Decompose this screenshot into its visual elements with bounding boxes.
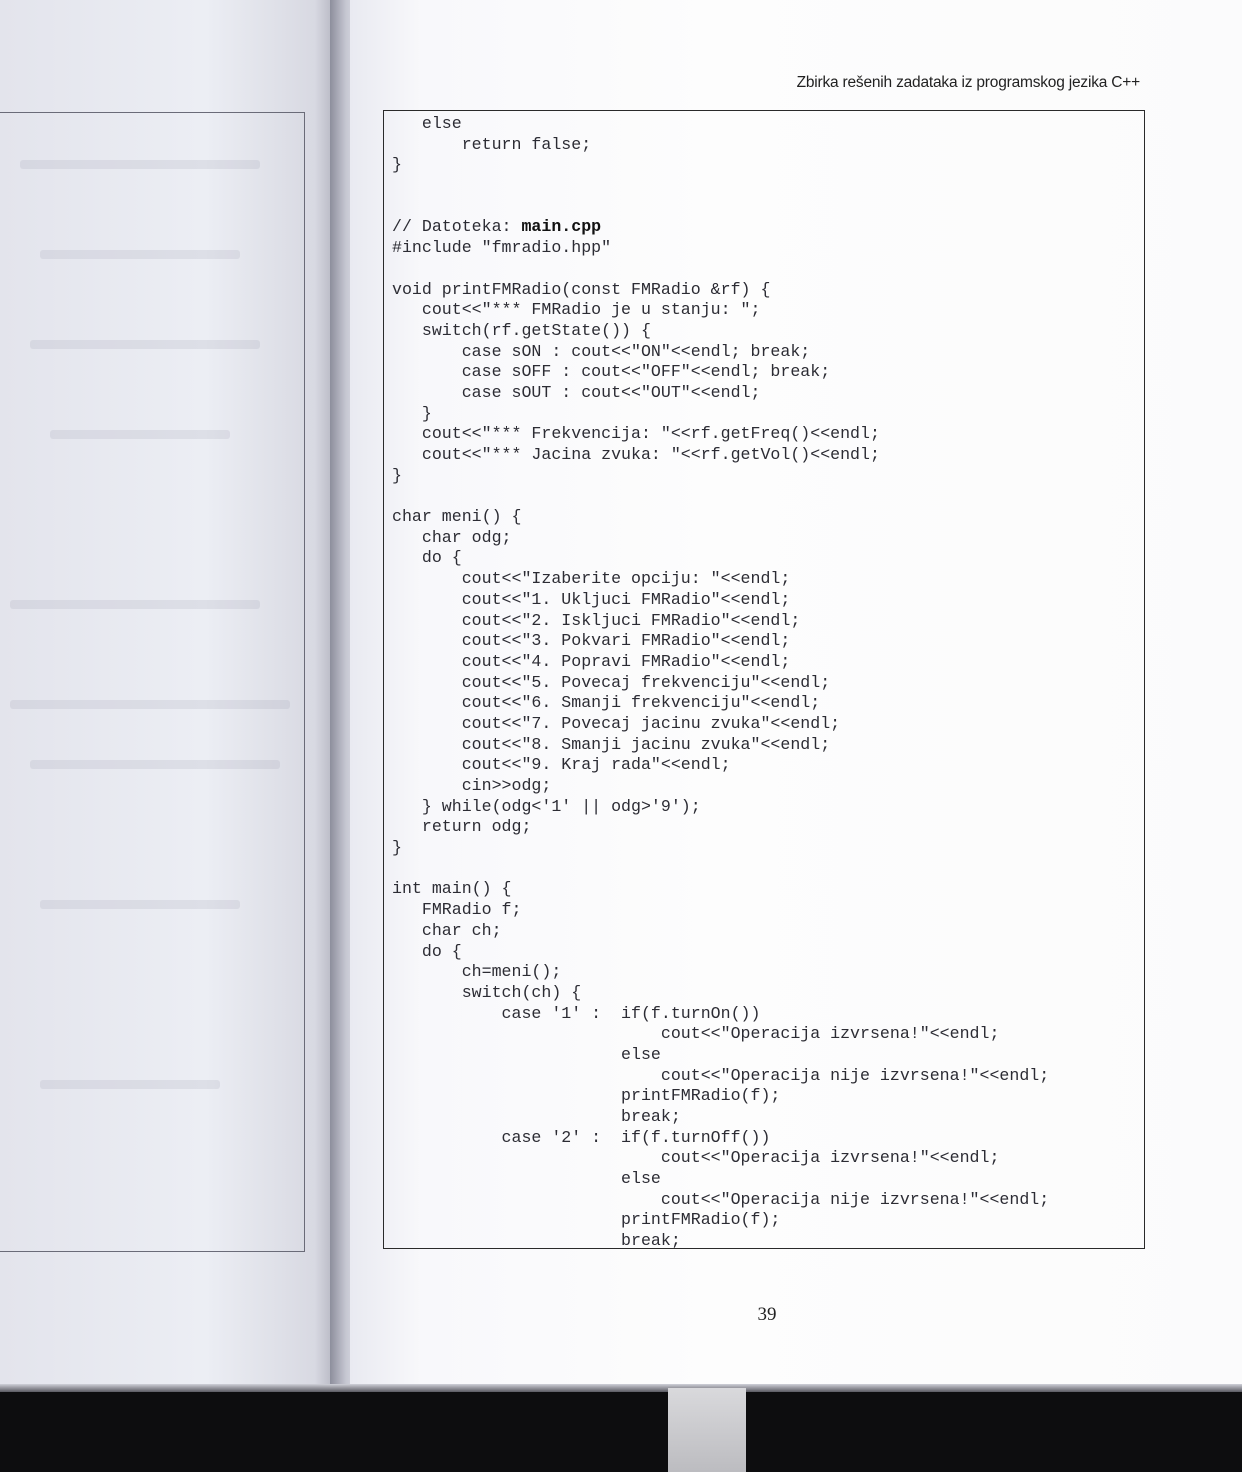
code-line: cout<<"Izaberite opciju: "<<endl; xyxy=(392,569,791,589)
code-line: // Datoteka: main.cpp xyxy=(392,217,602,237)
code-line: cout<<"*** Frekvencija: "<<rf.getFreq()<… xyxy=(392,424,880,444)
code-line: cout<<"Operacija nije izvrsena!"<<endl; xyxy=(392,1189,1050,1209)
code-line: case '1' : if(f.turnOn()) xyxy=(392,1003,761,1023)
code-line: break; xyxy=(392,1231,681,1249)
bleed-through-line xyxy=(40,250,240,259)
code-line: else xyxy=(392,1044,661,1064)
running-header: Zbirka rešenih zadataka iz programskog j… xyxy=(796,74,1141,91)
code-line: cout<<"6. Smanji frekvenciju"<<endl; xyxy=(392,693,821,713)
code-line: } while(odg<'1' || odg>'9'); xyxy=(392,796,701,816)
code-line: return odg; xyxy=(392,817,532,837)
code-listing: else return false;} // Datoteka: main.cpp… xyxy=(392,114,1050,1249)
code-line: cout<<"7. Povecaj jacinu zvuka"<<endl; xyxy=(392,713,841,733)
code-line: cout<<"2. Iskljuci FMRadio"<<endl; xyxy=(392,610,801,630)
code-line: case '2' : if(f.turnOff()) xyxy=(392,1127,771,1147)
code-line: case sON : cout<<"ON"<<endl; break; xyxy=(392,341,811,361)
page-number: 39 xyxy=(757,1304,777,1325)
code-line: cout<<"9. Kraj rada"<<endl; xyxy=(392,755,731,775)
code-filename: main.cpp xyxy=(521,217,602,237)
page-bottom-edge xyxy=(0,1384,1242,1392)
bleed-through-line xyxy=(40,900,240,909)
code-listing-frame: else return false;} // Datoteka: main.cpp… xyxy=(383,110,1145,1249)
code-line: cout<<"3. Pokvari FMRadio"<<endl; xyxy=(392,631,791,651)
code-line: #include "fmradio.hpp" xyxy=(392,238,612,258)
bleed-through-line xyxy=(10,600,260,609)
code-line: else xyxy=(392,114,462,133)
code-line: } xyxy=(392,155,402,175)
code-line: cout<<"Operacija izvrsena!"<<endl; xyxy=(392,1148,1000,1168)
code-line: char odg; xyxy=(392,527,512,547)
bleed-through-line xyxy=(30,760,280,769)
code-line: cout<<"5. Povecaj frekvenciju"<<endl; xyxy=(392,672,831,692)
bleed-through-line xyxy=(50,430,230,439)
code-line: cout<<"4. Popravi FMRadio"<<endl; xyxy=(392,651,791,671)
code-line: FMRadio f; xyxy=(392,900,522,920)
bleed-through-line xyxy=(30,340,260,349)
code-line: break; xyxy=(392,1107,681,1126)
code-line: cout<<"1. Ukljuci FMRadio"<<endl; xyxy=(392,589,791,609)
bleed-through-line xyxy=(10,700,290,709)
code-line: } xyxy=(392,403,432,423)
code-line: switch(ch) { xyxy=(392,982,582,1002)
code-line: } xyxy=(392,838,402,858)
code-line: cout<<"8. Smanji jacinu zvuka"<<endl; xyxy=(392,734,831,754)
code-line: cout<<"Operacija izvrsena!"<<endl; xyxy=(392,1024,1000,1044)
code-line: do { xyxy=(392,941,462,961)
code-line: cout<<"*** Jacina zvuka: "<<rf.getVol()<… xyxy=(392,445,880,464)
code-line: else xyxy=(392,1169,661,1189)
code-line: char ch; xyxy=(392,920,502,940)
code-line: case sOFF : cout<<"OFF"<<endl; break; xyxy=(392,362,831,382)
code-line: case sOUT : cout<<"OUT"<<endl; xyxy=(392,382,761,402)
code-line: void printFMRadio(const FMRadio &rf) { xyxy=(392,279,771,299)
code-line: return false; xyxy=(392,134,592,154)
scanner-light-patch xyxy=(668,1388,746,1472)
code-line: printFMRadio(f); xyxy=(392,1210,781,1230)
code-line: cin>>odg; xyxy=(392,776,552,795)
code-line: int main() { xyxy=(392,879,512,899)
code-line: switch(rf.getState()) { xyxy=(392,320,651,340)
code-line: cout<<"*** FMRadio je u stanju: "; xyxy=(392,300,761,320)
scanner-bed-shadow xyxy=(0,1390,1242,1472)
code-line: char meni() { xyxy=(392,507,522,527)
code-line: } xyxy=(392,465,402,485)
code-line: printFMRadio(f); xyxy=(392,1086,781,1106)
code-line: cout<<"Operacija nije izvrsena!"<<endl; xyxy=(392,1065,1050,1085)
code-line: ch=meni(); xyxy=(392,962,562,982)
bleed-through-line xyxy=(20,160,260,169)
bleed-through-line xyxy=(40,1080,220,1089)
code-line: do { xyxy=(392,548,462,568)
facing-page-left xyxy=(0,0,342,1390)
